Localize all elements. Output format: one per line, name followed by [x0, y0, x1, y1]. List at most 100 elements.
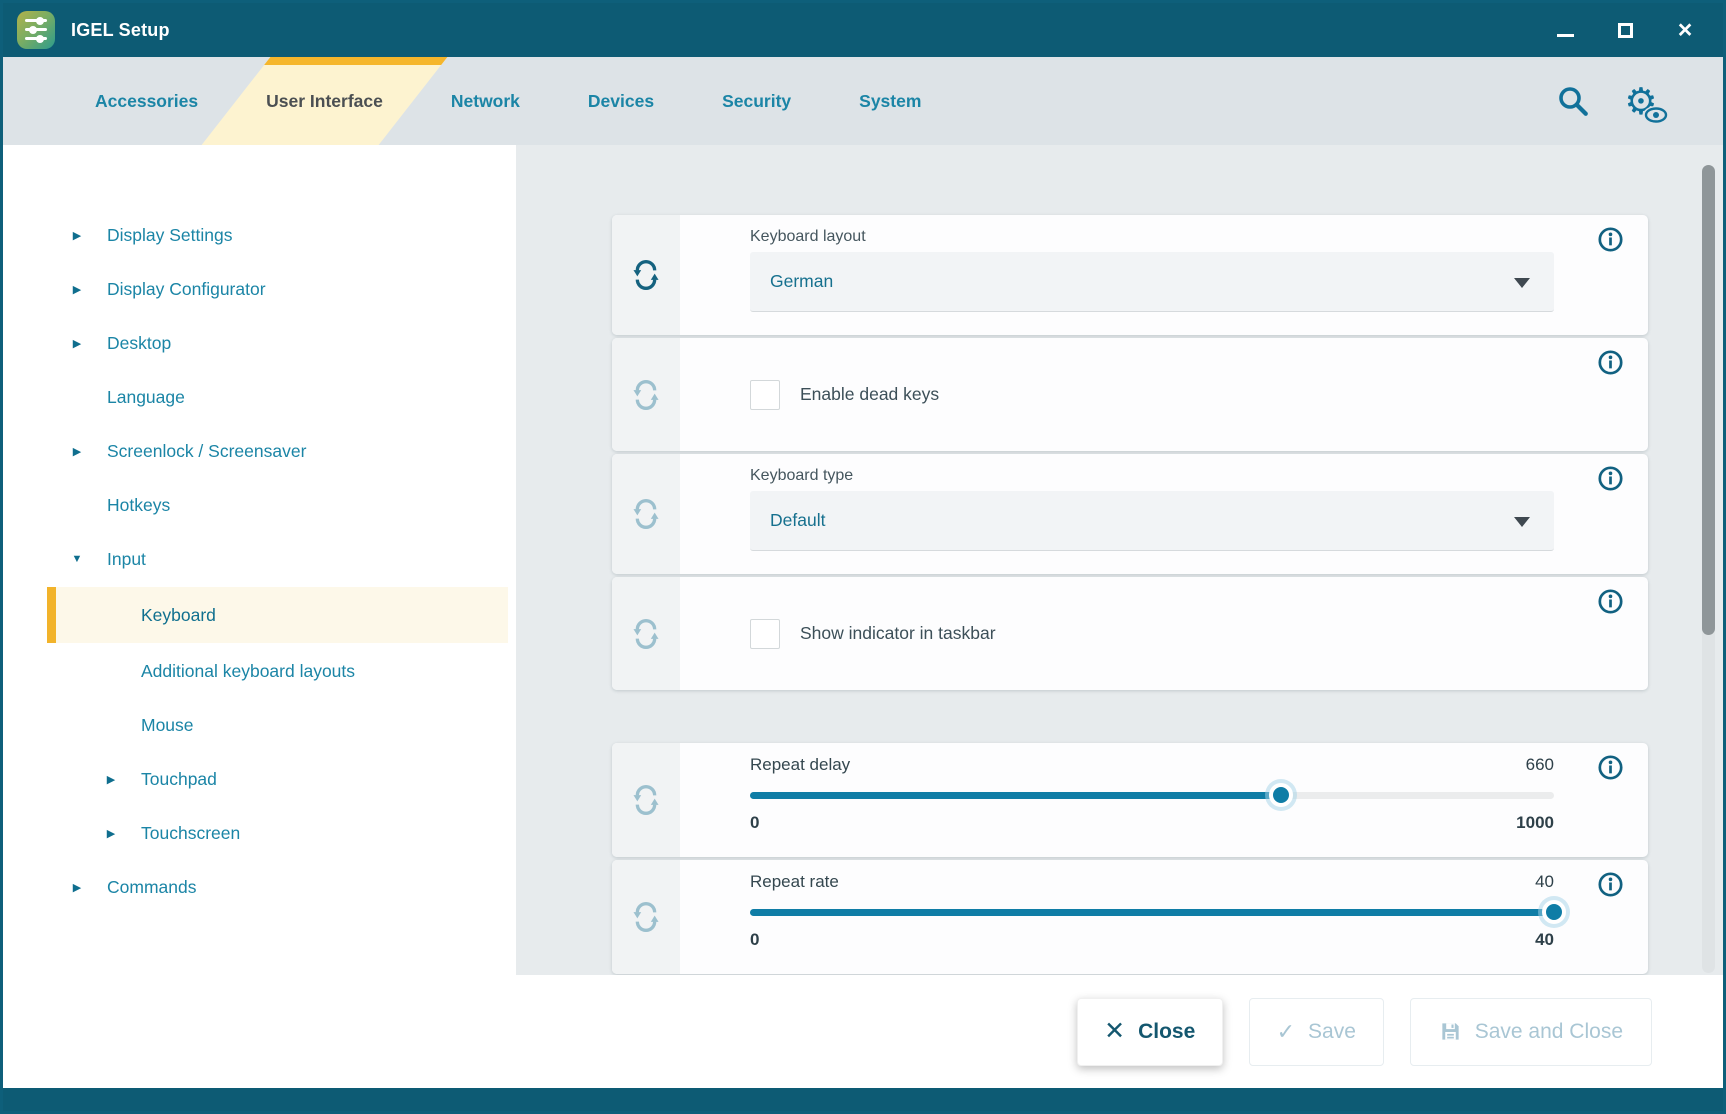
reset-icon: [630, 259, 662, 291]
info-button[interactable]: [1597, 226, 1624, 253]
dropdown-caret-icon: [1514, 517, 1530, 527]
chevron-right-icon: [81, 827, 141, 840]
floppy-disk-icon: [1439, 1020, 1462, 1043]
reset-icon: [630, 379, 662, 411]
info-button[interactable]: [1597, 754, 1624, 781]
chevron-right-icon: [47, 881, 107, 894]
selected-value: German: [770, 271, 833, 292]
info-button[interactable]: [1597, 465, 1624, 492]
save-and-close-button[interactable]: Save and Close: [1410, 998, 1652, 1066]
repeat-rate-slider[interactable]: [750, 900, 1554, 924]
minimize-icon: [1557, 24, 1574, 37]
save-button[interactable]: ✓ Save: [1249, 998, 1384, 1066]
tree-item-input[interactable]: Input: [47, 533, 508, 585]
close-button[interactable]: ✕ Close: [1077, 998, 1223, 1066]
slider-max: 1000: [1516, 813, 1554, 833]
field-label: Keyboard layout: [750, 215, 1554, 246]
reset-button[interactable]: [630, 259, 662, 291]
tree-item-screenlock-screensaver[interactable]: Screenlock / Screensaver: [47, 425, 508, 477]
slider-max: 40: [1535, 930, 1554, 950]
tree-item-language[interactable]: Language: [47, 371, 508, 423]
repeat-delay-slider-fill: [750, 792, 1281, 799]
close-window-button[interactable]: ×: [1675, 20, 1695, 40]
window-title: IGEL Setup: [71, 20, 170, 41]
close-x-icon: ✕: [1104, 1019, 1125, 1044]
checkbox-label: Enable dead keys: [800, 384, 939, 405]
tree-item-touchscreen[interactable]: Touchscreen: [47, 807, 508, 859]
tree-item-mouse[interactable]: Mouse: [47, 699, 508, 751]
reset-button[interactable]: [630, 901, 662, 933]
info-icon: [1597, 226, 1624, 253]
tab-system[interactable]: System: [825, 57, 955, 145]
maximize-icon: [1618, 23, 1633, 38]
info-icon: [1597, 754, 1624, 781]
keyboard-layout-select[interactable]: German: [750, 252, 1554, 312]
tab-accessories[interactable]: Accessories: [61, 57, 232, 145]
setting-row-keyboard-layout: Keyboard layout German: [612, 215, 1648, 335]
repeat-rate-slider-fill: [750, 909, 1554, 916]
slider-min: 0: [750, 813, 759, 833]
window-controls: ×: [1555, 20, 1705, 40]
selected-value: Default: [770, 510, 825, 531]
tree-item-display-configurator[interactable]: Display Configurator: [47, 263, 508, 315]
setting-row-keyboard-type: Keyboard type Default: [612, 454, 1648, 574]
dropdown-caret-icon: [1514, 278, 1530, 288]
tab-devices[interactable]: Devices: [554, 57, 688, 145]
chevron-right-icon: [47, 283, 107, 296]
tree-item-touchpad[interactable]: Touchpad: [47, 753, 508, 805]
reset-button[interactable]: [630, 618, 662, 650]
slider-min: 0: [750, 930, 759, 950]
reset-icon: [630, 498, 662, 530]
setting-row-repeat-delay: Repeat delay 660 0 1000: [612, 743, 1648, 857]
info-icon: [1597, 588, 1624, 615]
reset-icon: [630, 618, 662, 650]
tree-item-commands[interactable]: Commands: [47, 861, 508, 913]
tab-bar: Accessories User Interface Network Devic…: [3, 57, 1723, 145]
info-button[interactable]: [1597, 349, 1624, 376]
chevron-down-icon: [47, 553, 107, 565]
tree-item-additional-keyboard-layouts[interactable]: Additional keyboard layouts: [47, 645, 508, 697]
tab-security[interactable]: Security: [688, 57, 825, 145]
content-area: Display Settings Display Configurator De…: [3, 145, 1723, 975]
setting-row-enable-dead-keys: Enable dead keys: [612, 338, 1648, 451]
setting-row-repeat-rate: Repeat rate 40 0 40: [612, 860, 1648, 974]
search-icon: [1555, 83, 1591, 119]
reset-button[interactable]: [630, 379, 662, 411]
repeat-delay-slider-thumb[interactable]: [1269, 783, 1293, 807]
keyboard-type-select[interactable]: Default: [750, 491, 1554, 551]
tree-item-display-settings[interactable]: Display Settings: [47, 209, 508, 261]
close-icon: ×: [1678, 18, 1693, 43]
minimize-button[interactable]: [1555, 20, 1575, 40]
eye-icon: [1643, 106, 1669, 124]
enable-dead-keys-checkbox[interactable]: [750, 380, 780, 410]
chevron-right-icon: [47, 445, 107, 458]
view-settings-button[interactable]: ⚙: [1621, 81, 1661, 121]
info-button[interactable]: [1597, 871, 1624, 898]
setting-row-show-indicator: Show indicator in taskbar: [612, 577, 1648, 690]
tree-item-desktop[interactable]: Desktop: [47, 317, 508, 369]
chevron-right-icon: [81, 773, 141, 786]
info-icon: [1597, 465, 1624, 492]
reset-button[interactable]: [630, 784, 662, 816]
search-button[interactable]: [1553, 81, 1593, 121]
footer-bar: ✕ Close ✓ Save Save and Close: [3, 975, 1723, 1088]
reset-icon: [630, 784, 662, 816]
reset-button[interactable]: [630, 498, 662, 530]
check-icon: ✓: [1277, 1021, 1295, 1043]
tree-item-keyboard[interactable]: Keyboard: [47, 587, 508, 643]
tab-network[interactable]: Network: [417, 57, 554, 145]
slider-label: Repeat rate: [750, 872, 839, 892]
maximize-button[interactable]: [1615, 20, 1635, 40]
info-button[interactable]: [1597, 588, 1624, 615]
title-bar: IGEL Setup ×: [3, 3, 1723, 57]
show-indicator-checkbox[interactable]: [750, 619, 780, 649]
slider-value: 660: [1526, 755, 1554, 775]
scrollbar-thumb[interactable]: [1702, 165, 1715, 635]
tree-item-hotkeys[interactable]: Hotkeys: [47, 479, 508, 531]
settings-panel: Keyboard layout German: [516, 145, 1723, 975]
repeat-rate-slider-thumb[interactable]: [1542, 900, 1566, 924]
repeat-delay-slider[interactable]: [750, 783, 1554, 807]
tab-user-interface[interactable]: User Interface: [232, 57, 417, 145]
info-icon: [1597, 871, 1624, 898]
chevron-right-icon: [47, 337, 107, 350]
